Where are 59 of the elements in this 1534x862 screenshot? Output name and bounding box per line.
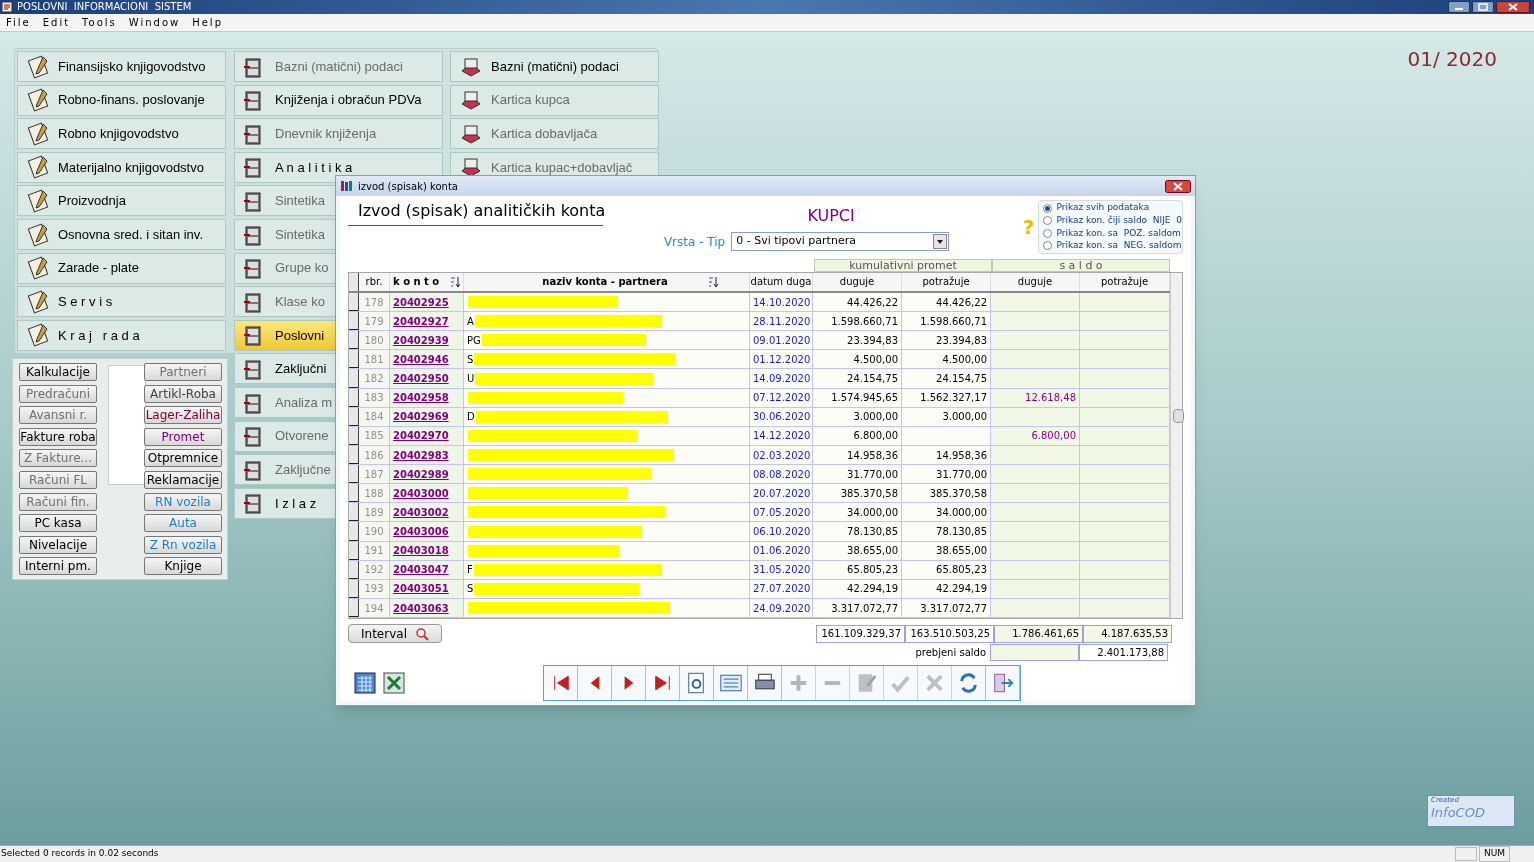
row-number: 189 (359, 503, 390, 522)
partner-name: A (467, 314, 474, 329)
partner-name: D (467, 410, 475, 425)
radio-label: Prikaz kon. čiji saldo NIJE 0 (1056, 213, 1182, 227)
row-number: 179 (359, 312, 390, 331)
amount-cell: 78.130,85 (813, 522, 902, 541)
date-cell: 14.09.2020 (750, 369, 813, 388)
net-balance-value: 2.401.173,88 (1079, 643, 1168, 661)
amount-cell: 34.000,00 (813, 503, 902, 522)
net-balance-label: prebjeni saldo (914, 645, 987, 660)
row-number: 188 (359, 484, 390, 503)
total-cell: 163.510.503,25 (905, 624, 994, 643)
partner-name: F (467, 563, 473, 578)
amount-cell: 24.154,75 (813, 369, 902, 388)
date-cell: 08.08.2020 (750, 465, 813, 484)
row-number: 182 (359, 369, 390, 388)
partner-name: S (467, 582, 474, 597)
status-message: Selected 0 records in 0.02 seconds (0, 847, 160, 861)
total-cell: 1.786.461,65 (994, 624, 1083, 643)
total-cell: 4.187.635,53 (1083, 624, 1172, 643)
radio-label: Prikaz kon. sa POZ. saldom (1056, 226, 1181, 240)
num-lock-indicator: NUM (1478, 846, 1510, 862)
category-title: KUPCI (807, 205, 855, 227)
amount-cell: 31.770,00 (813, 465, 902, 484)
partner-name: U (467, 372, 475, 386)
report-heading: Izvod (spisak) analitičkih konta (348, 199, 603, 226)
radio-label: Prikaz kon. sa NEG. saldom (1056, 239, 1182, 253)
amount-cell: 34.000,00 (902, 503, 991, 522)
date-cell: 07.05.2020 (750, 503, 813, 522)
date-cell: 20.07.2020 (750, 484, 813, 503)
logo-name: InfoCOD (1431, 805, 1486, 820)
group-header: kumulativni promet (814, 259, 992, 272)
amount-cell: 23.394,83 (813, 331, 902, 350)
partner-name: PG (467, 333, 481, 348)
date-cell: 28.11.2020 (750, 312, 813, 331)
date-cell: 06.10.2020 (750, 522, 813, 541)
group-header: s a l d o (992, 259, 1170, 272)
type-label: Vrsta - Tip (663, 233, 726, 251)
period-label: 01/ 2020 (1407, 46, 1497, 73)
window-title: POSLOVNI INFORMACIONI SISTEM (17, 2, 192, 12)
row-number: 187 (359, 465, 390, 484)
partner-name: S (467, 352, 474, 367)
amount-cell: 385.370,58 (813, 484, 902, 503)
row-number: 181 (359, 350, 390, 369)
amount-cell: 385.370,58 (902, 484, 991, 503)
radio-label: Prikaz svih podataka (1056, 201, 1150, 215)
amount-cell: 4.500,00 (902, 350, 991, 369)
amount-cell: 4.500,00 (813, 350, 902, 369)
row-number: 190 (359, 522, 390, 541)
amount-cell: 23.394,83 (902, 331, 991, 350)
date-cell: 01.12.2020 (750, 350, 813, 369)
amount-cell: 1.598.660,71 (813, 312, 902, 331)
amount-cell: 1.598.660,71 (902, 312, 991, 331)
row-number: 180 (359, 331, 390, 350)
amount-cell: 78.130,85 (902, 522, 991, 541)
total-cell: 161.109.329,37 (816, 624, 905, 643)
amount-cell: 31.770,00 (902, 465, 991, 484)
amount-cell: 24.154,75 (902, 369, 991, 388)
date-cell: 09.01.2020 (750, 331, 813, 350)
